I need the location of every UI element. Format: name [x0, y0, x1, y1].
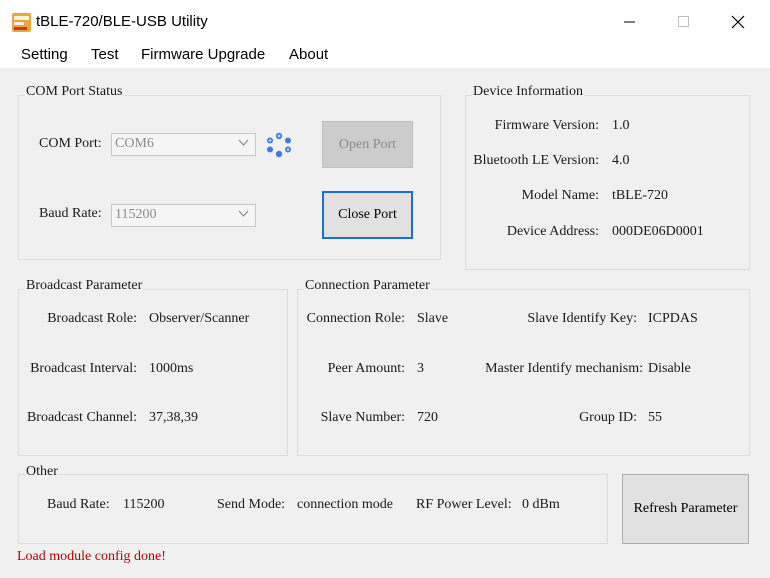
com-port-value: COM6	[115, 136, 154, 151]
com-port-select[interactable]: COM6	[111, 133, 256, 156]
send-mode-label: Send Mode:	[217, 497, 286, 512]
baud-rate-value: 115200	[115, 207, 157, 222]
rf-power-level-label: RF Power Level:	[416, 497, 512, 512]
open-port-button[interactable]: Open Port	[322, 121, 413, 168]
peer-amount-value: 3	[417, 361, 424, 376]
other-title: Other	[25, 464, 59, 480]
close-port-button[interactable]: Close Port	[322, 191, 413, 239]
minimize-icon	[624, 21, 635, 23]
menu-test[interactable]: Test	[91, 46, 119, 63]
menu-about[interactable]: About	[289, 46, 328, 63]
device-information-title: Device Information	[472, 84, 585, 100]
master-identify-mechanism-label: Master Identify mechanism:	[485, 361, 643, 376]
device-address-label: Device Address:	[506, 224, 599, 239]
connection-role-value: Slave	[417, 311, 449, 326]
slave-identify-key-value: ICPDAS	[648, 311, 698, 326]
broadcast-channel-value: 37,38,39	[149, 410, 198, 425]
model-name-value: tBLE-720	[612, 188, 668, 203]
slave-number-value: 720	[417, 410, 438, 425]
menu-firmware-upgrade[interactable]: Firmware Upgrade	[141, 46, 265, 63]
connection-parameter-title: Connection Parameter	[304, 278, 431, 294]
model-name-label: Model Name:	[521, 188, 599, 203]
broadcast-role-value: Observer/Scanner	[149, 311, 250, 326]
group-id-label: Group ID:	[579, 410, 637, 425]
com-port-status-title: COM Port Status	[25, 84, 124, 100]
firmware-version-value: 1.0	[612, 118, 630, 133]
device-address-value: 000DE06D0001	[612, 224, 704, 239]
connection-role-label: Connection Role:	[306, 311, 405, 326]
close-icon	[731, 15, 745, 29]
chevron-down-icon	[238, 139, 249, 146]
menu-setting[interactable]: Setting	[21, 46, 68, 63]
refresh-parameter-button[interactable]: Refresh Parameter	[622, 474, 749, 544]
broadcast-role-label: Broadcast Role:	[47, 311, 137, 326]
chevron-down-icon	[238, 210, 249, 217]
close-button[interactable]	[710, 0, 766, 44]
firmware-version-label: Firmware Version:	[494, 118, 599, 133]
refresh-ports-icon[interactable]	[264, 131, 294, 159]
other-baud-rate-value: 115200	[123, 497, 165, 512]
peer-amount-label: Peer Amount:	[327, 361, 405, 376]
broadcast-channel-label: Broadcast Channel:	[26, 410, 137, 425]
broadcast-interval-label: Broadcast Interval:	[30, 361, 137, 376]
minimize-button[interactable]	[602, 0, 658, 44]
other-baud-rate-label: Baud Rate:	[47, 497, 110, 512]
rf-power-level-value: 0 dBm	[522, 497, 560, 512]
app-icon	[12, 13, 31, 32]
slave-identify-key-label: Slave Identify Key:	[527, 311, 637, 326]
baud-rate-select[interactable]: 115200	[111, 204, 256, 227]
window-title: tBLE-720/BLE-USB Utility	[36, 13, 208, 30]
maximize-icon	[678, 16, 689, 27]
broadcast-parameter-title: Broadcast Parameter	[25, 278, 144, 294]
baud-rate-label: Baud Rate:	[39, 206, 102, 221]
slave-number-label: Slave Number:	[320, 410, 405, 425]
com-port-label: COM Port:	[39, 136, 102, 151]
bluetooth-le-version-value: 4.0	[612, 153, 630, 168]
broadcast-interval-value: 1000ms	[149, 361, 194, 376]
bluetooth-le-version-label: Bluetooth LE Version:	[473, 153, 599, 168]
group-id-value: 55	[648, 410, 662, 425]
send-mode-value: connection mode	[297, 497, 394, 512]
maximize-button[interactable]	[656, 0, 712, 44]
status-message: Load module config done!	[17, 549, 166, 564]
master-identify-mechanism-value: Disable	[648, 361, 691, 376]
